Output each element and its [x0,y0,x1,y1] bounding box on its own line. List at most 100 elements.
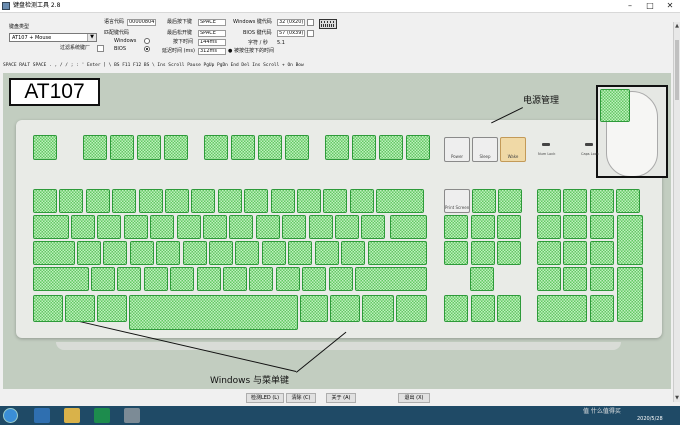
insert-block-key[interactable] [470,215,495,239]
wake-key[interactable]: Wake [500,137,526,162]
function-key[interactable] [110,135,134,160]
function-key[interactable] [352,135,376,160]
chevron-down-icon[interactable]: ▼ [87,34,96,41]
left-shift-key[interactable] [33,267,89,291]
qwerty-row-key[interactable] [203,215,227,239]
function-key[interactable] [204,135,228,160]
qwerty-row-key[interactable] [361,215,386,239]
function-key[interactable] [285,135,309,160]
number-row-key[interactable] [138,189,163,213]
caps-lock-key[interactable] [33,241,75,265]
sleep-key[interactable]: Sleep [472,137,498,162]
esc-key[interactable] [33,135,57,160]
folder-icon[interactable] [64,408,80,423]
home-row-key[interactable] [341,241,365,265]
app-icon[interactable] [94,408,110,423]
numpad-key[interactable] [563,189,588,213]
number-row-key[interactable] [270,189,295,213]
home-row-key[interactable] [103,241,128,265]
bottom-row-key[interactable] [302,267,327,291]
left-alt-key[interactable] [97,295,127,322]
exit-button[interactable]: 退出 (X) [398,393,430,403]
qwerty-row-key[interactable] [71,215,95,239]
scroll-lock-key[interactable] [472,189,496,213]
number-row-key[interactable] [191,189,216,213]
bottom-row-key[interactable] [117,267,142,291]
close-button[interactable]: ✕ [660,0,680,12]
keyboard-type-select[interactable]: AT107 + Mouse ▼ [9,33,97,42]
numpad-key[interactable] [563,215,588,239]
qwerty-row-key[interactable] [255,215,280,239]
home-row-key[interactable] [235,241,260,265]
qwerty-row-key[interactable] [123,215,148,239]
filter-system-keys-checkbox[interactable] [97,45,104,52]
numpad-key[interactable] [589,241,614,265]
pause-key[interactable] [498,189,522,213]
numpad-key[interactable] [537,241,561,265]
enter-key[interactable] [368,241,427,265]
vertical-scrollbar[interactable]: ▲ ▼ [673,22,680,402]
qwerty-row-key[interactable] [335,215,359,239]
delete-block-key[interactable] [470,241,495,265]
right-shift-key[interactable] [355,267,427,291]
numpad-key[interactable] [537,267,561,291]
insert-block-key[interactable] [497,215,522,239]
function-key[interactable] [406,135,430,160]
number-row-key[interactable] [165,189,189,213]
tab-key[interactable] [33,215,69,239]
number-row-key[interactable] [244,189,269,213]
number-row-key[interactable] [297,189,321,213]
backspace-key[interactable] [376,189,425,213]
minimize-button[interactable]: – [620,0,640,12]
numpad-key[interactable] [616,189,641,213]
space-key[interactable] [129,295,298,330]
home-row-key[interactable] [209,241,233,265]
backslash-key[interactable] [390,215,427,239]
edge-browser-icon[interactable] [34,408,50,423]
left-windows-key[interactable] [65,295,95,322]
numpad-key[interactable] [589,267,614,291]
scroll-thumb[interactable] [675,40,679,100]
qwerty-row-key[interactable] [308,215,333,239]
function-key[interactable] [258,135,282,160]
bottom-row-key[interactable] [196,267,221,291]
numpad-zero-key[interactable] [537,295,587,322]
start-icon[interactable] [3,408,18,423]
qwerty-row-key[interactable] [176,215,201,239]
home-row-key[interactable] [182,241,207,265]
left-ctrl-key[interactable] [33,295,63,322]
delete-block-key[interactable] [497,241,522,265]
maximize-button[interactable]: □ [640,0,660,12]
home-row-key[interactable] [314,241,339,265]
qwerty-row-key[interactable] [229,215,254,239]
qwerty-row-key[interactable] [97,215,122,239]
number-row-key[interactable] [217,189,242,213]
numpad-key[interactable] [563,267,588,291]
numpad-decimal-key[interactable] [590,295,614,322]
bottom-row-key[interactable] [223,267,247,291]
numpad-key[interactable] [537,189,561,213]
power-key[interactable]: Power [444,137,470,162]
mouse-left-button[interactable] [600,89,630,122]
home-row-key[interactable] [288,241,313,265]
numpad-key[interactable] [563,241,588,265]
arrow-key[interactable] [497,295,522,322]
home-row-key[interactable] [77,241,101,265]
number-row-key[interactable] [112,189,137,213]
function-key[interactable] [231,135,255,160]
insert-block-key[interactable] [444,215,468,239]
function-key[interactable] [379,135,403,160]
arrow-key[interactable] [444,295,468,322]
right-windows-key[interactable] [330,295,360,322]
numpad-enter-key[interactable] [617,267,643,322]
numpad-key[interactable] [589,215,614,239]
function-key[interactable] [137,135,161,160]
windows-code-checkbox[interactable] [307,19,314,26]
qwerty-row-key[interactable] [150,215,175,239]
home-row-key[interactable] [156,241,181,265]
right-ctrl-key[interactable] [396,295,427,322]
number-row-key[interactable] [33,189,57,213]
bottom-row-key[interactable] [143,267,168,291]
arrow-key[interactable] [470,295,495,322]
numpad-key[interactable] [589,189,614,213]
